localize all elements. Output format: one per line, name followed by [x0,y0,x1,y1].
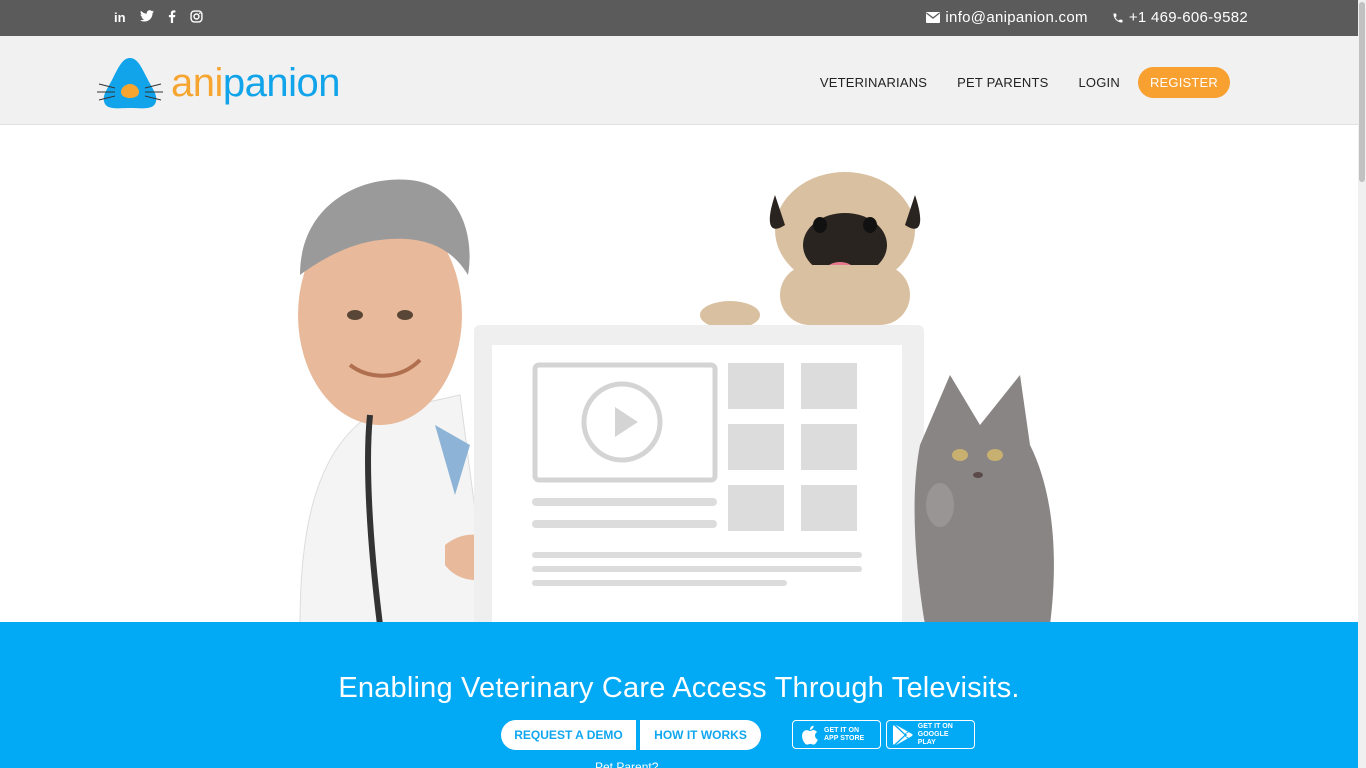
phone-icon [1113,13,1123,22]
nav-veterinarians[interactable]: VETERINARIANS [820,75,927,90]
twitter-icon[interactable] [139,10,154,26]
app-store-button[interactable]: GET IT ON APP STORE [792,720,881,749]
phone-link[interactable]: +1 469-606-9582 [1112,9,1248,26]
page: in info@anipanion.com +1 469-606-9582 an… [0,0,1366,768]
scrollbar-thumb[interactable] [1359,2,1365,182]
page-scrollbar[interactable] [1358,0,1366,768]
facebook-icon[interactable] [168,10,176,26]
phone-text: +1 469-606-9582 [1128,9,1248,26]
brand-wordmark-ani: ani [171,61,223,105]
google-play-button[interactable]: GET IT ON GOOGLE PLAY [886,720,975,749]
site-header: anipanion VETERINARIANS PET PARENTS LOGI… [0,36,1358,125]
pug-image [700,172,921,334]
nav-pet-parents[interactable]: PET PARENTS [957,75,1048,90]
apple-icon [802,725,818,745]
logo-mark-icon [97,58,163,109]
contact-info: info@anipanion.com +1 469-606-9582 [926,9,1248,26]
instagram-icon[interactable] [189,10,203,26]
top-bar: in info@anipanion.com +1 469-606-9582 [0,0,1358,36]
store-badges: GET IT ON APP STORE GET IT ON GOOGLE PLA… [792,720,975,749]
google-play-line2: GOOGLE PLAY [917,730,949,746]
brand-wordmark-panion: panion [222,61,341,105]
nav-login[interactable]: LOGIN [1078,75,1119,90]
brand-wordmark: anipanion [171,61,341,105]
hero-section [0,125,1358,625]
google-play-icon [893,724,913,745]
main-nav: VETERINARIANS PET PARENTS LOGIN REGISTER [820,67,1230,98]
how-it-works-button[interactable]: HOW IT WORKS [640,720,761,750]
social-links: in [114,10,203,26]
envelope-icon [926,12,941,23]
cta-group: REQUEST A DEMO HOW IT WORKS [501,720,761,750]
linkedin-icon[interactable]: in [114,10,126,26]
email-link[interactable]: info@anipanion.com [926,9,1088,26]
register-button[interactable]: REGISTER [1137,67,1230,98]
hero-headline: Enabling Veterinary Care Access Through … [338,672,1020,704]
pet-parent-link[interactable]: Pet Parent? [595,760,658,768]
google-play-line1: GET IT ON [917,722,953,730]
app-store-line1: GET IT ON [824,726,859,734]
hero-illustration [298,172,1054,625]
app-store-line2: APP STORE [824,734,865,742]
google-play-label: GET IT ON GOOGLE PLAY [918,723,968,747]
kitten-image [914,375,1054,625]
brand-logo[interactable]: anipanion [95,54,341,112]
laptop-image [474,325,924,625]
hero-banner: Enabling Veterinary Care Access Through … [0,622,1358,768]
request-demo-button[interactable]: REQUEST A DEMO [501,720,636,750]
app-store-label: GET IT ON APP STORE [824,727,864,743]
email-text: info@anipanion.com [945,9,1088,26]
